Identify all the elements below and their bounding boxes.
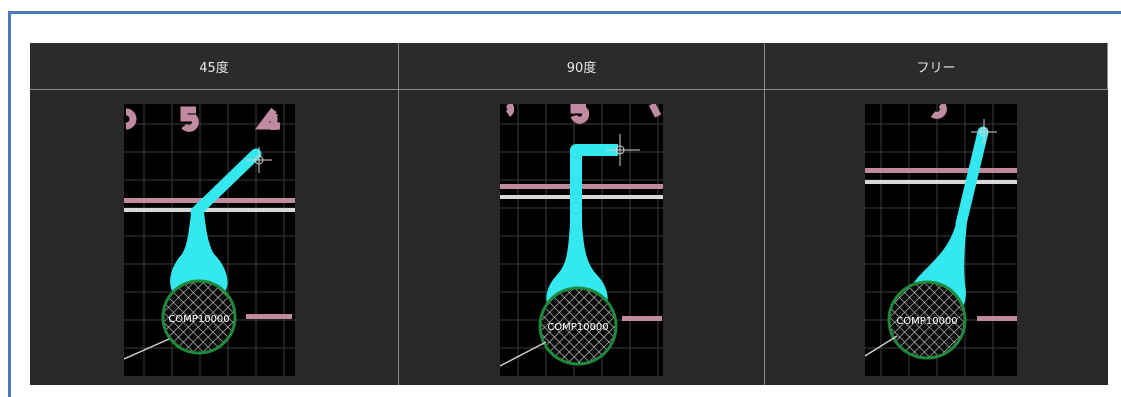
routing-mode-comparison-table: 45度 90度 フリー COMP10000 COMP10000 COMP1000… (30, 43, 1108, 385)
column-header-45: 45度 (30, 43, 399, 90)
column-header-free: フリー (765, 43, 1108, 90)
pcb-canvas-45: COMP10000 (124, 104, 295, 376)
pad-label: COMP10000 (896, 316, 957, 327)
column-header-label: フリー (916, 60, 956, 76)
column-header-label: 90度 (566, 60, 597, 76)
column-cell-90: COMP10000 (399, 90, 765, 385)
column-header-label: 45度 (199, 60, 229, 76)
silk-mark (622, 316, 662, 321)
silk-line (865, 168, 1017, 173)
column-cell-45: COMP10000 (30, 90, 399, 385)
column-header-90: 90度 (399, 43, 765, 90)
pad-label: COMP10000 (547, 322, 608, 333)
pcb-canvas-90: COMP10000 (500, 104, 663, 376)
column-cell-free: COMP10000 (765, 90, 1108, 385)
silk-mark (246, 314, 292, 319)
pad-label: COMP10000 (168, 314, 229, 325)
silk-mark (977, 316, 1017, 321)
silk-line (865, 180, 1017, 184)
silk-line (124, 208, 295, 212)
pcb-canvas-free: COMP10000 (865, 104, 1017, 376)
